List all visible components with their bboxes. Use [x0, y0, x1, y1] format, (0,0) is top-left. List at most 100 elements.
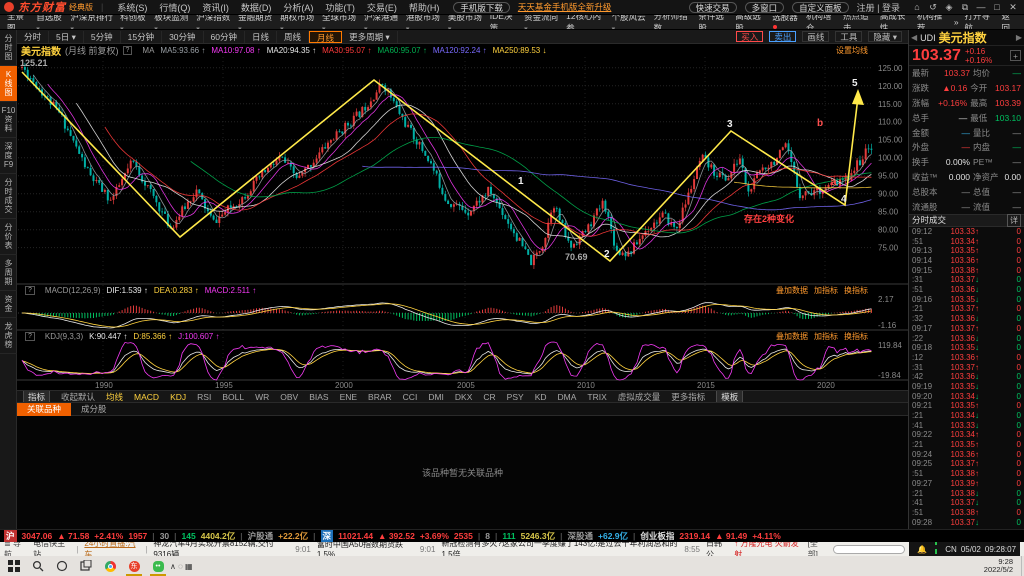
taskbar-clock[interactable]: 9:282022/5/2	[984, 558, 1013, 575]
ticker-item[interactable]: 9:01	[295, 545, 311, 554]
nav-item-沪深指数[interactable]: 沪深指数 ▾	[196, 15, 232, 30]
ticker-item[interactable]: 日韩公	[706, 542, 728, 556]
indicator-tab-均线[interactable]: 均线	[106, 391, 123, 403]
indicator-tab-模板[interactable]: 模板	[716, 390, 743, 403]
sidebar-tab-多周期[interactable]: 多周期	[0, 255, 17, 291]
ticker-item[interactable]: 24小时直播:汽车	[84, 542, 139, 556]
indicator-tab-BRAR[interactable]: BRAR	[368, 392, 392, 402]
taskbar-taskview-icon[interactable]	[74, 556, 98, 576]
menu-系统(S)[interactable]: 系统(S)	[117, 1, 147, 14]
ticker-item[interactable]: [全部]	[808, 542, 827, 556]
menu-分析(A)[interactable]: 分析(A)	[283, 1, 313, 14]
sidebar-tab-F10资料[interactable]: F10资料	[0, 102, 17, 138]
menu-帮助(H)[interactable]: 帮助(H)	[409, 1, 440, 14]
period-60分钟[interactable]: 60分钟	[204, 31, 245, 43]
nav-item-资金流向[interactable]: 资金流向 ▾	[524, 15, 560, 30]
quick-button-快速交易[interactable]: 快速交易	[689, 2, 737, 13]
indicator-tab-更多指标[interactable]: 更多指标	[671, 391, 705, 403]
link-叠加数据[interactable]: 叠加数据	[776, 286, 808, 295]
next-symbol-button[interactable]: ▶	[1016, 33, 1022, 42]
indicator-tab-DMA[interactable]: DMA	[558, 392, 577, 402]
tool-隐藏[interactable]: 隐藏 ▾	[868, 31, 902, 42]
related-tab-关联品种[interactable]: 关联品种	[17, 403, 71, 416]
indicator-tab-MACD[interactable]: MACD	[134, 392, 159, 402]
ticker-item[interactable]: 电信快主站	[33, 542, 70, 556]
period-周线[interactable]: 周线	[277, 31, 309, 43]
period-月线[interactable]: 月线	[309, 31, 342, 43]
indicator-tab-虚拟成交量[interactable]: 虚拟成交量	[618, 391, 661, 403]
nav-item-美股市场[interactable]: 美股市场 ▾	[448, 15, 484, 30]
ticker-item[interactable]: 富时中国A50指数期货跌1.5%	[317, 542, 414, 556]
nav-item-科创板[interactable]: 科创板 ▾	[120, 15, 148, 30]
nav-item-打开导航[interactable]: 打开导航	[965, 15, 996, 30]
nav-item-热点追击[interactable]: 热点追击	[843, 15, 874, 30]
indicator-tab-收起默认[interactable]: 收起默认	[61, 391, 95, 403]
mobile-download-button[interactable]: 手机版下载	[453, 2, 510, 13]
sidebar-tab-分时成交[interactable]: 分时成交	[0, 174, 17, 219]
sidebar-tab-龙虎榜[interactable]: 龙虎榜	[0, 318, 17, 354]
link-加指标[interactable]: 加指标	[814, 286, 838, 295]
refresh-icon[interactable]: ↺	[926, 2, 940, 13]
sidebar-tab-分价表[interactable]: 分价表	[0, 219, 17, 255]
nav-item-高级选股[interactable]: 高级选股	[735, 15, 766, 30]
nav-item-分析师指数[interactable]: 分析师指数	[654, 15, 693, 30]
indicator-tab-OBV[interactable]: OBV	[280, 392, 298, 402]
nav-item-12核心内参[interactable]: 12核心内参	[566, 15, 606, 30]
sidebar-tab-资金[interactable]: 资金	[0, 291, 17, 318]
period-5日[interactable]: 5日 ▾	[49, 31, 84, 43]
taskbar-eastmoney-icon[interactable]: 东	[122, 556, 146, 576]
ticker-item[interactable]: |	[76, 545, 78, 554]
home-icon[interactable]: ⌂	[910, 2, 924, 12]
link-加指标[interactable]: 加指标	[814, 332, 838, 341]
ticker-item[interactable]: 新冠检测有多火?这家公司一季度赚了143亿!是过去十年利润总和的1.5倍	[441, 542, 678, 556]
sidebar-tab-K线图[interactable]: K线图	[0, 66, 17, 102]
trades-list[interactable]: 09:12103.33↑0:51103.34↑009:13103.35↑009:…	[909, 227, 1024, 528]
tool-画线[interactable]: 画线	[802, 31, 829, 42]
nav-item-个股风云[interactable]: 个股风云 ▾	[612, 15, 648, 30]
menu-交易(E)[interactable]: 交易(E)	[367, 1, 397, 14]
quick-button-自定义面板[interactable]: 自定义面板	[792, 2, 849, 13]
period-30分钟[interactable]: 30分钟	[162, 31, 203, 43]
register-login[interactable]: 注册 | 登录	[857, 1, 900, 14]
sidebar-tab-分时图[interactable]: 分时图	[0, 30, 17, 66]
indicator-tab-指标[interactable]: 指标	[23, 390, 50, 403]
taskbar-chrome-icon[interactable]	[98, 556, 122, 576]
taskbar-wechat-icon[interactable]: •​•	[146, 556, 170, 576]
nav-item-条件选股[interactable]: 条件选股	[698, 15, 729, 30]
indicator-tab-CR[interactable]: CR	[483, 392, 495, 402]
ticker-item[interactable]: 8:55	[684, 545, 700, 554]
nav-item-沪深港通[interactable]: 沪深港通 ▾	[364, 15, 400, 30]
help-icon[interactable]: ?	[25, 286, 35, 295]
indicator-tab-RSI[interactable]: RSI	[197, 392, 211, 402]
indicator-tab-DMI[interactable]: DMI	[428, 392, 444, 402]
ticker-item[interactable]: 神龙汽车4月实现开票8152辆,交付9316辆	[153, 542, 289, 556]
tool-工具[interactable]: 工具	[835, 31, 862, 42]
nav-item-自选股[interactable]: 自选股 ▾	[36, 15, 64, 30]
help-icon[interactable]: ?	[25, 332, 35, 341]
indicator-tab-DKX[interactable]: DKX	[455, 392, 472, 402]
indicator-tab-WR[interactable]: WR	[255, 392, 269, 402]
nav-item-港股市场[interactable]: 港股市场 ▾	[406, 15, 442, 30]
fund-promo-link[interactable]: 天天基金手机版全新升级	[518, 1, 612, 13]
tool-买入[interactable]: 买入	[736, 31, 763, 42]
help-icon[interactable]: ?	[123, 46, 133, 55]
system-tray[interactable]: ∧ ◌ ▦	[170, 562, 193, 571]
nav-item-选股器[interactable]: 选股器	[772, 15, 800, 30]
prev-symbol-button[interactable]: ◀	[911, 33, 917, 42]
period-分时[interactable]: 分时	[17, 31, 49, 43]
related-tab-成分股[interactable]: 成分股	[71, 403, 117, 416]
period-更多周期[interactable]: 更多周期 ▾	[342, 31, 398, 43]
link-换指标[interactable]: 换指标	[844, 286, 868, 295]
link-换指标[interactable]: 换指标	[844, 332, 868, 341]
quick-button-多窗口[interactable]: 多窗口	[745, 2, 785, 13]
nav-item-返回[interactable]: 返回	[1002, 15, 1017, 30]
trades-detail-button[interactable]: 详	[1007, 214, 1021, 227]
menu-功能(T)[interactable]: 功能(T)	[325, 1, 355, 14]
indicator-tab-KDJ[interactable]: KDJ	[170, 392, 186, 402]
ma-settings-link[interactable]: 设置均线	[836, 45, 868, 56]
bell-icon[interactable]: 🔔	[917, 545, 927, 554]
period-5分钟[interactable]: 5分钟	[84, 31, 121, 43]
ticker-item[interactable]: 9:01	[420, 545, 436, 554]
nav-item-沪深京排行[interactable]: 沪深京排行 ▾	[70, 15, 114, 30]
ticker-item[interactable]: ≣ 导航	[4, 542, 27, 556]
